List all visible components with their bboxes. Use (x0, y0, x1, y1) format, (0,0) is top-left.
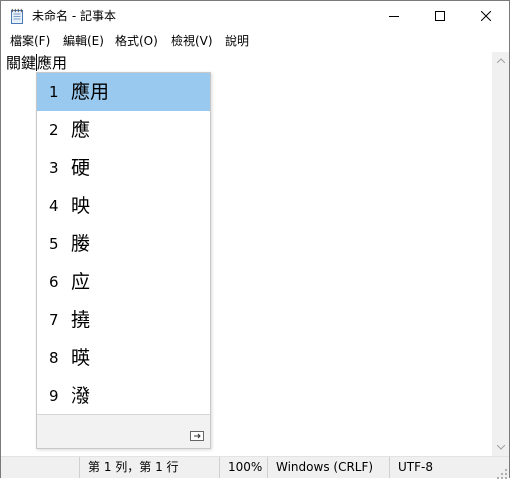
candidate-text: 應 (71, 119, 91, 141)
ime-footer (37, 414, 210, 448)
candidate-number: 4 (49, 197, 59, 215)
title-bar[interactable]: 未命名 - 記事本 (1, 1, 509, 31)
candidate-text: 应 (71, 271, 91, 293)
scroll-up-button[interactable] (492, 52, 509, 69)
menu-help[interactable]: 說明 (224, 33, 250, 49)
candidate-number: 8 (49, 349, 59, 367)
chevron-down-icon (496, 445, 505, 450)
candidate-number: 9 (49, 387, 59, 405)
menu-bar: 檔案(F) 編輯(E) 格式(O) 檢視(V) 說明 (1, 31, 509, 51)
menu-view[interactable]: 檢視(V) (170, 33, 214, 49)
candidate-item[interactable]: 8 暎 (37, 339, 210, 377)
minimize-button[interactable] (371, 1, 417, 31)
status-bar: 第 1 列，第 1 行 100% Windows (CRLF) UTF-8 (1, 456, 509, 479)
maximize-button[interactable] (417, 1, 463, 31)
status-encoding: UTF-8 (389, 457, 495, 478)
ime-composition-text: 應用 (37, 54, 68, 73)
candidate-text: 媵 (71, 233, 91, 255)
resize-grip-icon[interactable] (496, 465, 508, 479)
candidate-item[interactable]: 4 映 (37, 187, 210, 225)
candidate-item[interactable]: 5 媵 (37, 225, 210, 263)
close-icon (481, 11, 491, 21)
status-line-ending: Windows (CRLF) (267, 457, 389, 478)
candidate-number: 6 (49, 273, 59, 291)
candidate-item[interactable]: 7 撓 (37, 301, 210, 339)
status-zoom: 100% (219, 457, 267, 478)
menu-file[interactable]: 檔案(F) (9, 33, 51, 49)
candidate-item[interactable]: 9 潑 (37, 377, 210, 415)
candidate-number: 5 (49, 235, 59, 253)
menu-edit[interactable]: 編輯(E) (62, 33, 105, 49)
editor-line: 關鍵應用 (6, 53, 68, 73)
expand-candidates-icon[interactable] (190, 426, 204, 441)
candidate-number: 7 (49, 311, 59, 329)
candidate-text: 應用 (71, 81, 110, 103)
committed-text: 關鍵 (6, 54, 37, 72)
candidate-number: 2 (49, 121, 59, 139)
candidate-text: 映 (71, 195, 91, 217)
candidate-text: 硬 (71, 157, 91, 179)
candidate-number: 1 (49, 83, 59, 101)
status-cursor-position: 第 1 列，第 1 行 (79, 457, 219, 478)
candidate-number: 3 (49, 159, 59, 177)
notepad-icon (9, 8, 25, 24)
candidate-item[interactable]: 2 應 (37, 111, 210, 149)
candidate-text: 暎 (71, 347, 91, 369)
menu-format[interactable]: 格式(O) (114, 33, 159, 49)
ime-candidate-window: 1 應用 2 應 3 硬 4 映 5 媵 6 应 7 撓 8 暎 9 潑 (36, 72, 211, 449)
minimize-icon (389, 16, 399, 17)
candidate-item[interactable]: 1 應用 (37, 73, 210, 111)
candidate-item[interactable]: 6 应 (37, 263, 210, 301)
maximize-icon (435, 11, 445, 21)
vertical-scrollbar[interactable] (492, 52, 509, 456)
chevron-up-icon (496, 58, 505, 63)
window-title: 未命名 - 記事本 (32, 9, 116, 23)
candidate-text: 潑 (71, 385, 91, 407)
candidate-text: 撓 (71, 309, 91, 331)
scroll-down-button[interactable] (492, 439, 509, 456)
candidate-item[interactable]: 3 硬 (37, 149, 210, 187)
close-button[interactable] (463, 1, 509, 31)
